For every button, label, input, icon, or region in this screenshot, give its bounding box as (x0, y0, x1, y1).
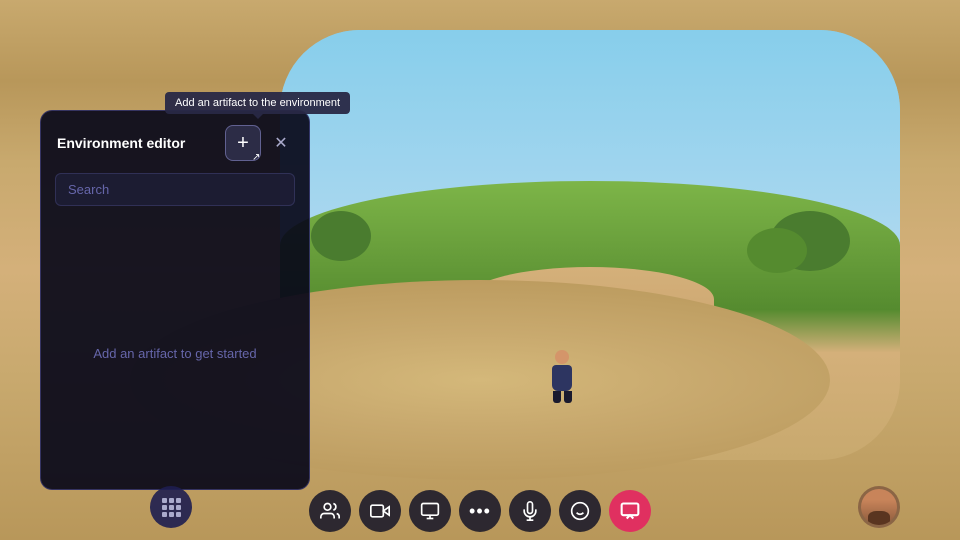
add-artifact-button[interactable]: + ↗ (225, 125, 261, 161)
more-icon: ••• (469, 501, 491, 522)
toolbar-left (150, 486, 192, 528)
mic-button[interactable] (509, 490, 551, 532)
panel-content: Add an artifact to get started (41, 218, 309, 489)
search-area (41, 173, 309, 218)
share-button[interactable] (609, 490, 651, 532)
close-button[interactable]: ✕ (269, 131, 293, 155)
mic-icon (520, 501, 540, 521)
screen-icon (420, 501, 440, 521)
user-avatar-button[interactable] (858, 486, 900, 528)
scene-avatar (547, 350, 577, 400)
cursor-icon: ↗ (252, 152, 264, 164)
more-button[interactable]: ••• (459, 490, 501, 532)
screen-share-button[interactable] (409, 490, 451, 532)
grid-icon (162, 498, 181, 517)
trees-right2 (747, 228, 807, 273)
plus-icon: + (237, 133, 249, 153)
emoji-icon (570, 501, 590, 521)
people-icon (320, 501, 340, 521)
search-input[interactable] (55, 173, 295, 206)
trees-left (311, 211, 371, 261)
avatar-face (861, 489, 897, 525)
environment-editor-panel: Environment editor + ↗ ✕ Add an artifact… (40, 110, 310, 490)
add-artifact-tooltip: Add an artifact to the environment (165, 92, 350, 114)
panel-title: Environment editor (57, 135, 185, 151)
main-toolbar: ••• (309, 490, 651, 532)
camera-button[interactable] (359, 490, 401, 532)
share-icon (620, 501, 640, 521)
toolbar-right (858, 486, 900, 528)
camera-icon (370, 501, 390, 521)
panel-actions: + ↗ ✕ (225, 125, 293, 161)
panel-header: Environment editor + ↗ ✕ (41, 111, 309, 173)
emoji-button[interactable] (559, 490, 601, 532)
people-button[interactable] (309, 490, 351, 532)
empty-state-message: Add an artifact to get started (93, 346, 256, 361)
tooltip-text: Add an artifact to the environment (175, 97, 340, 109)
grid-button[interactable] (150, 486, 192, 528)
